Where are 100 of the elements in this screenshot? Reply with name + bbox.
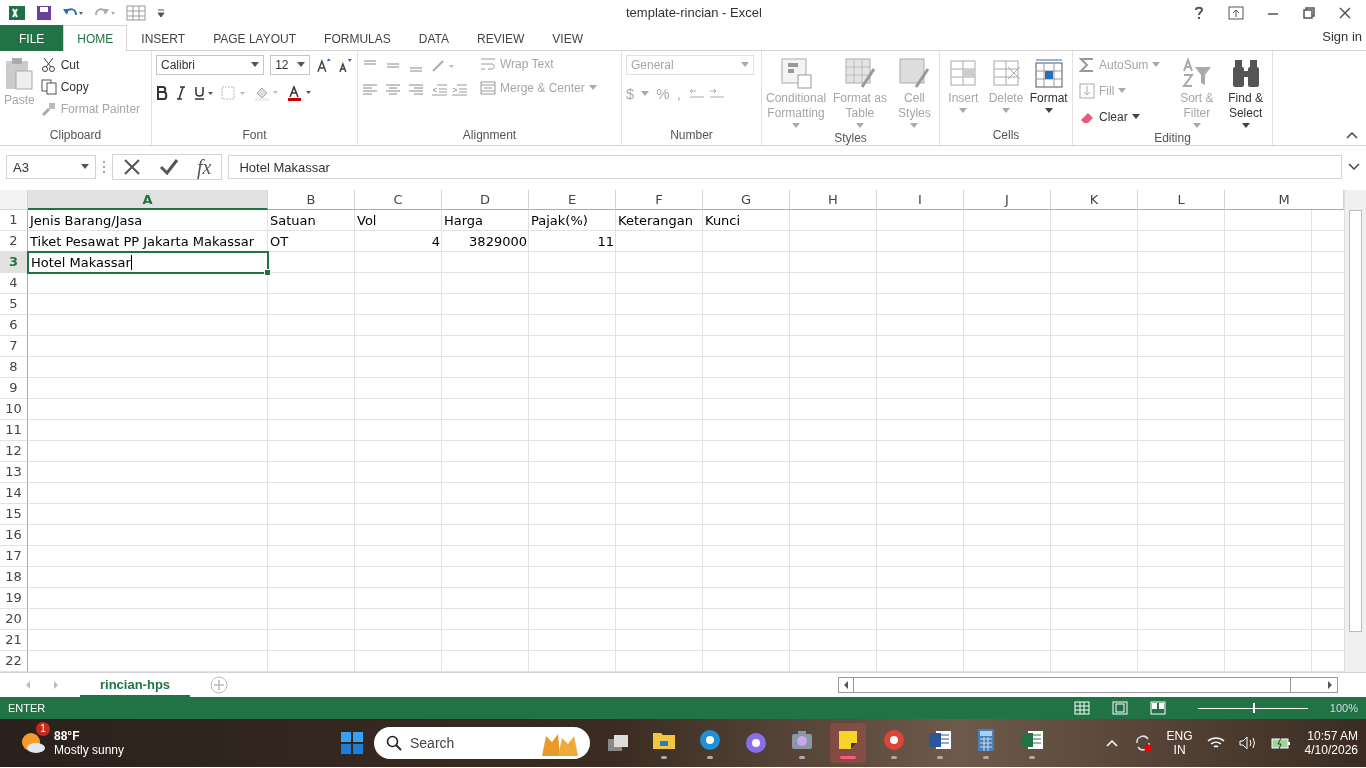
help-icon[interactable] xyxy=(1192,5,1206,20)
zoom-slider[interactable] xyxy=(1197,702,1308,714)
column-header[interactable]: I xyxy=(877,190,964,210)
customize-caret-icon[interactable] xyxy=(156,7,166,18)
ribbon-tab[interactable]: FORMULAS xyxy=(310,25,405,51)
column-header[interactable]: B xyxy=(268,190,355,210)
column-header[interactable]: J xyxy=(964,190,1051,210)
browser-icon xyxy=(882,727,906,752)
column-header[interactable]: G xyxy=(703,190,790,210)
editing-button[interactable]: Clear xyxy=(1077,107,1171,127)
conditional-format-icon xyxy=(780,57,812,89)
fill-color-icon[interactable] xyxy=(254,85,280,101)
close-icon[interactable] xyxy=(1338,5,1352,20)
row-header[interactable]: 7 xyxy=(0,336,28,357)
restore-icon[interactable] xyxy=(1302,5,1316,20)
language-indicator[interactable]: ENG xyxy=(1166,729,1193,743)
row-header[interactable]: 8 xyxy=(0,357,28,378)
wifi-icon[interactable] xyxy=(1206,736,1225,750)
row-header[interactable]: 19 xyxy=(0,588,28,609)
font-size-field[interactable]: 12 xyxy=(270,55,310,75)
clipboard-button[interactable]: Copy xyxy=(38,77,143,97)
editing-button[interactable]: Find & Select xyxy=(1223,55,1268,131)
insert-function-button[interactable]: fx xyxy=(197,155,212,179)
row-header[interactable]: 3 xyxy=(0,252,28,273)
column-header[interactable]: H xyxy=(790,190,877,210)
underline-icon[interactable] xyxy=(194,86,214,100)
row-header[interactable]: 12 xyxy=(0,441,28,462)
row-header[interactable]: 14 xyxy=(0,483,28,504)
active-cell[interactable]: Hotel Makassar xyxy=(27,251,269,274)
name-box[interactable]: A3 xyxy=(6,155,96,179)
grow-font-icon[interactable] xyxy=(315,57,332,73)
file-tab[interactable]: FILE xyxy=(0,25,64,51)
group-label: Editing xyxy=(1153,131,1192,147)
group-label: Styles xyxy=(833,131,868,147)
cells-button[interactable]: Format xyxy=(1029,55,1068,128)
column-header[interactable]: L xyxy=(1138,190,1225,210)
battery-icon[interactable] xyxy=(1270,736,1291,750)
sign-in-link[interactable]: Sign in xyxy=(1322,25,1366,50)
volume-icon[interactable] xyxy=(1238,736,1257,750)
row-header[interactable]: 4 xyxy=(0,273,28,294)
row-header[interactable]: 9 xyxy=(0,378,28,399)
search-field[interactable]: Search xyxy=(374,727,590,759)
row-header[interactable]: 18 xyxy=(0,567,28,588)
row-header[interactable]: 11 xyxy=(0,420,28,441)
column-header[interactable]: M xyxy=(1225,190,1344,210)
horizontal-scrollbar[interactable] xyxy=(838,677,1338,693)
row-header[interactable]: 1 xyxy=(0,210,28,231)
page-break-icon[interactable] xyxy=(1149,701,1166,715)
clock-date[interactable]: 4/10/2026 xyxy=(1304,743,1358,757)
row-header[interactable]: 22 xyxy=(0,651,28,672)
row-header[interactable]: 13 xyxy=(0,462,28,483)
row-header[interactable]: 6 xyxy=(0,315,28,336)
row-header[interactable]: 15 xyxy=(0,504,28,525)
italic-icon[interactable] xyxy=(175,86,187,100)
cancel-icon[interactable] xyxy=(123,158,141,176)
scroll-right-icon[interactable] xyxy=(1325,680,1335,690)
normal-view-icon[interactable] xyxy=(1073,701,1090,715)
ribbon-tab[interactable]: VIEW xyxy=(538,25,597,51)
bold-icon[interactable] xyxy=(156,86,168,100)
column-header[interactable]: C xyxy=(355,190,442,210)
taskbar-app[interactable] xyxy=(830,723,866,763)
vertical-scrollbar[interactable] xyxy=(1344,190,1366,672)
ribbon-display-icon[interactable] xyxy=(1228,5,1244,20)
collapse-ribbon-icon[interactable] xyxy=(1346,131,1358,139)
column-header[interactable]: K xyxy=(1051,190,1138,210)
row-header[interactable]: 5 xyxy=(0,294,28,315)
weather-condition: Mostly sunny xyxy=(54,743,125,757)
checkmark-icon[interactable] xyxy=(159,158,179,176)
shrink-font-icon[interactable] xyxy=(337,57,353,73)
row-header[interactable]: 16 xyxy=(0,525,28,546)
column-header[interactable]: F xyxy=(616,190,703,210)
table-cell: 4 xyxy=(431,234,440,249)
row-header[interactable]: 20 xyxy=(0,609,28,630)
caret-icon xyxy=(641,90,650,97)
start-icon[interactable] xyxy=(340,731,364,755)
clipboard-button[interactable]: Cut xyxy=(38,55,143,75)
row-header[interactable]: 21 xyxy=(0,630,28,651)
page-layout-icon[interactable] xyxy=(1111,701,1128,715)
ribbon-tab[interactable]: DATA xyxy=(404,25,463,51)
column-header[interactable]: D xyxy=(442,190,529,210)
font-name-field[interactable]: Calibri xyxy=(156,55,265,75)
caret-icon xyxy=(1131,114,1140,120)
clock-time[interactable]: 10:57 AM xyxy=(1307,729,1358,743)
formula-field[interactable]: Hotel Makassar xyxy=(228,155,1342,179)
caret-icon xyxy=(959,108,968,114)
row-header[interactable]: 17 xyxy=(0,546,28,567)
expand-caret-icon[interactable] xyxy=(1348,163,1360,171)
ribbon-tab[interactable]: REVIEW xyxy=(463,25,539,51)
show-hidden-icon[interactable] xyxy=(1104,738,1119,748)
ribbon-tab[interactable]: INSERT xyxy=(127,25,200,51)
zoom-level[interactable]: 100% xyxy=(1329,702,1358,714)
region-indicator[interactable]: IN xyxy=(1173,743,1186,757)
column-header[interactable]: E xyxy=(529,190,616,210)
row-header[interactable]: 10 xyxy=(0,399,28,420)
save-icon[interactable] xyxy=(36,4,52,21)
caret-icon xyxy=(1241,123,1250,129)
column-header[interactable]: A xyxy=(28,190,268,210)
ribbon-tab[interactable]: HOME xyxy=(63,25,128,51)
font-color-icon[interactable] xyxy=(287,85,313,101)
ribbon-tab[interactable]: PAGE LAYOUT xyxy=(199,25,311,51)
